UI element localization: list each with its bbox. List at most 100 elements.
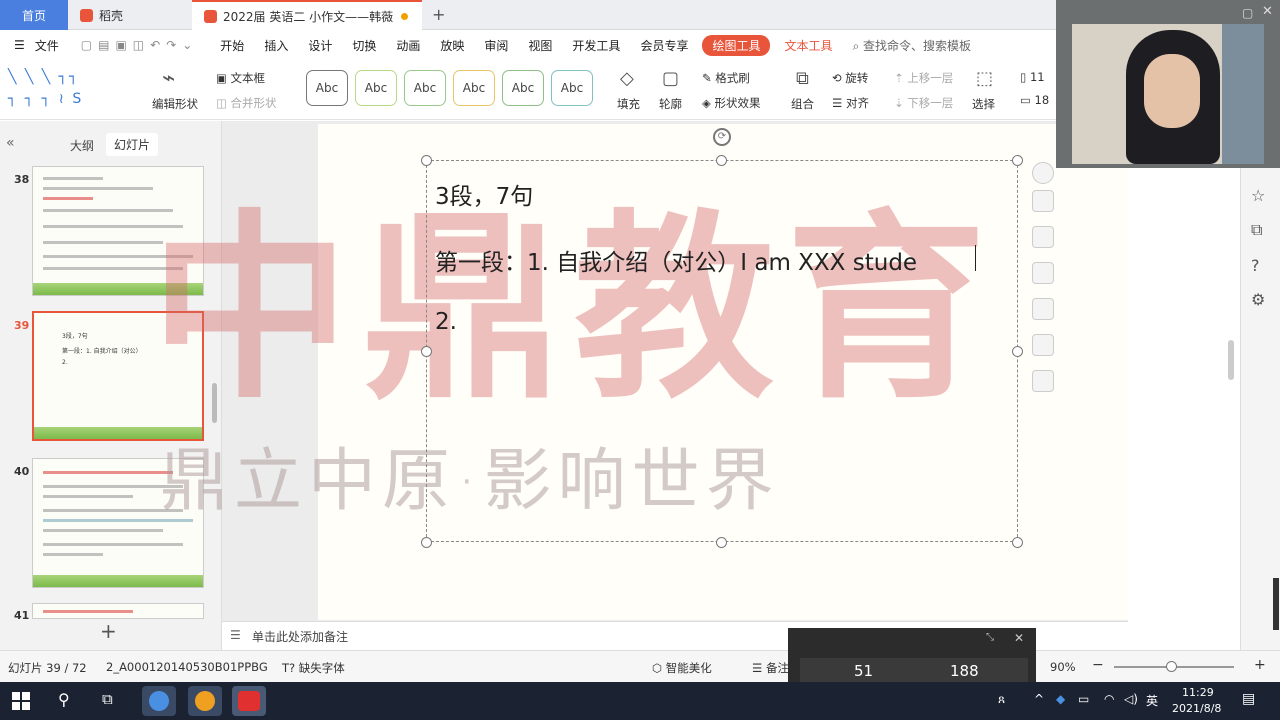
app-feishu-icon[interactable] xyxy=(142,686,176,716)
outline-button[interactable]: 轮廓 xyxy=(659,96,682,112)
send-backward-button[interactable]: ⇣ 下移一层 xyxy=(894,95,953,111)
copy-icon[interactable]: ⧉ xyxy=(1251,220,1262,240)
maximize-icon[interactable]: ▢ xyxy=(1242,6,1253,20)
textbox-button[interactable]: ▣ 文本框 xyxy=(216,70,265,86)
missing-font-button[interactable]: T? 缺失字体 xyxy=(282,660,345,676)
group-button[interactable]: 组合 xyxy=(791,96,814,112)
app-orange-icon[interactable] xyxy=(188,686,222,716)
shape-effect-button[interactable]: ◈ 形状效果 xyxy=(702,95,761,111)
wifi-icon[interactable]: ◠ xyxy=(1104,692,1114,706)
shield-icon[interactable]: ◆ xyxy=(1056,692,1065,706)
shape-style-3[interactable]: Abc xyxy=(404,70,446,106)
beautify-button[interactable]: ⬡ 智能美化 xyxy=(652,660,712,676)
search-commands[interactable]: ⌕ 查找命令、搜索模板 xyxy=(842,37,981,54)
menu-developer[interactable]: 开发工具 xyxy=(562,37,630,54)
windows-start-icon[interactable] xyxy=(12,692,30,710)
shape-style-5[interactable]: Abc xyxy=(502,70,544,106)
menu-member[interactable]: 会员专享 xyxy=(630,37,698,54)
shape-style-4[interactable]: Abc xyxy=(453,70,495,106)
outline-tab[interactable]: 大纲 xyxy=(70,137,94,154)
menu-file[interactable]: 文件 xyxy=(35,37,69,54)
slide-text-line-1[interactable]: 3段，7句 xyxy=(435,177,533,211)
collapse-float-icon[interactable] xyxy=(1032,162,1054,184)
text-effect-icon[interactable] xyxy=(1032,334,1054,356)
zoom-out-icon[interactable]: − xyxy=(1092,657,1104,673)
border-icon[interactable] xyxy=(1032,262,1054,284)
rotate-button[interactable]: ⟲ 旋转 xyxy=(832,70,868,86)
shrink-icon[interactable]: ⤡ xyxy=(986,632,994,643)
quick-access-icons[interactable]: ▢▤▣◫↶↷⌄ xyxy=(69,38,211,52)
scroll-indicator[interactable] xyxy=(1273,578,1279,630)
resize-handle[interactable] xyxy=(421,346,432,357)
zoom-level[interactable]: 90% xyxy=(1050,660,1076,674)
text-box[interactable]: 3段，7句 第一段：1. 自我介绍（对公）I am XXX stude 2. xyxy=(426,160,1018,542)
resize-handle[interactable] xyxy=(716,537,727,548)
volume-icon[interactable]: ◁) xyxy=(1124,692,1138,706)
slide-text-line-3[interactable]: 2. xyxy=(435,309,457,335)
menu-transition[interactable]: 切换 xyxy=(342,37,386,54)
network-icon[interactable]: ▭ xyxy=(1078,692,1089,706)
align-button[interactable]: ☰ 对齐 xyxy=(832,95,869,111)
zoom-slider-thumb[interactable] xyxy=(1166,661,1177,672)
app-wps-icon[interactable] xyxy=(232,686,266,716)
shape-style-2[interactable]: Abc xyxy=(355,70,397,106)
slide-thumbnail-41[interactable] xyxy=(32,603,204,619)
menu-animation[interactable]: 动画 xyxy=(386,37,430,54)
rotate-handle-icon[interactable]: ⟳ xyxy=(713,128,731,146)
lightbulb-icon[interactable] xyxy=(1032,298,1054,320)
menu-text-tool[interactable]: 文本工具 xyxy=(774,37,842,54)
menu-draw-tool[interactable]: 绘图工具 xyxy=(702,34,771,56)
clock-date[interactable]: 2021/8/8 xyxy=(1172,702,1221,715)
resize-handle[interactable] xyxy=(1012,346,1023,357)
width-field[interactable]: ▯ 11 xyxy=(1020,70,1045,84)
menu-start[interactable]: 开始 xyxy=(210,37,254,54)
shape-style-1[interactable]: Abc xyxy=(306,70,348,106)
close-icon[interactable]: ✕ xyxy=(1262,4,1273,19)
new-tab-button[interactable]: + xyxy=(432,5,445,24)
tab-daoke[interactable]: 稻壳 xyxy=(68,0,188,30)
resize-handle[interactable] xyxy=(1012,155,1023,166)
menu-design[interactable]: 设计 xyxy=(298,37,342,54)
tray-up-icon[interactable]: ^ xyxy=(1034,692,1044,706)
notification-icon[interactable]: ▤ xyxy=(1242,691,1255,707)
people-icon[interactable]: ጸ xyxy=(998,692,1005,707)
menu-view[interactable]: 视图 xyxy=(518,37,562,54)
height-field[interactable]: ▭ 18 xyxy=(1020,93,1049,107)
notes-placeholder[interactable]: 单击此处添加备注 xyxy=(252,628,348,645)
pen-icon[interactable] xyxy=(1032,190,1054,212)
tab-home[interactable]: 首页 xyxy=(0,0,68,30)
resize-handle[interactable] xyxy=(421,155,432,166)
menu-insert[interactable]: 插入 xyxy=(254,37,298,54)
format-painter-button[interactable]: ✎ 格式刷 xyxy=(702,70,750,86)
task-view-icon[interactable]: ⧉ xyxy=(102,690,113,708)
menu-review[interactable]: 审阅 xyxy=(474,37,518,54)
resize-handle[interactable] xyxy=(421,537,432,548)
select-button[interactable]: 选择 xyxy=(972,96,995,112)
slide-text-line-2[interactable]: 第一段：1. 自我介绍（对公）I am XXX stude xyxy=(435,243,917,277)
hamburger-icon[interactable]: ☰ xyxy=(0,38,35,52)
star-icon[interactable]: ☆ xyxy=(1251,186,1265,205)
slides-tab[interactable]: 幻灯片 xyxy=(106,133,159,156)
text-layout-icon[interactable] xyxy=(1032,370,1054,392)
template-name[interactable]: 2_A000120140530B01PPBG xyxy=(106,660,268,674)
fill-button[interactable]: 填充 xyxy=(617,96,640,112)
ime-indicator[interactable]: 英 xyxy=(1146,692,1158,709)
fill-bucket-icon[interactable] xyxy=(1032,226,1054,248)
line-shapes-gallery[interactable]: ╲ ╲ ╲ ┐┐ ┐ ┐ ┐ ≀ S xyxy=(8,66,138,110)
menu-slideshow[interactable]: 放映 xyxy=(430,37,474,54)
resize-handle[interactable] xyxy=(716,155,727,166)
bring-forward-button[interactable]: ⇡ 上移一层 xyxy=(894,70,953,86)
add-slide-button[interactable]: + xyxy=(100,619,117,643)
widget-close-icon[interactable]: ✕ xyxy=(1014,631,1024,645)
search-taskbar-icon[interactable]: ⚲ xyxy=(58,690,70,709)
collapse-panel-icon[interactable]: « xyxy=(6,135,15,151)
merge-shape-button[interactable]: ◫ 合并形状 xyxy=(216,95,277,111)
shape-style-6[interactable]: Abc xyxy=(551,70,593,106)
resize-handle[interactable] xyxy=(1012,537,1023,548)
canvas-scrollbar[interactable] xyxy=(1228,340,1234,380)
backup-icon[interactable]: ⚙ xyxy=(1251,290,1265,309)
clock-time[interactable]: 11:29 xyxy=(1182,686,1214,699)
tab-document[interactable]: 2022届 英语二 小作文——韩薇 xyxy=(192,0,422,30)
notes-toggle[interactable]: ☰ 备注 xyxy=(752,660,789,676)
edit-shape-button[interactable]: 编辑形状 xyxy=(152,96,198,112)
